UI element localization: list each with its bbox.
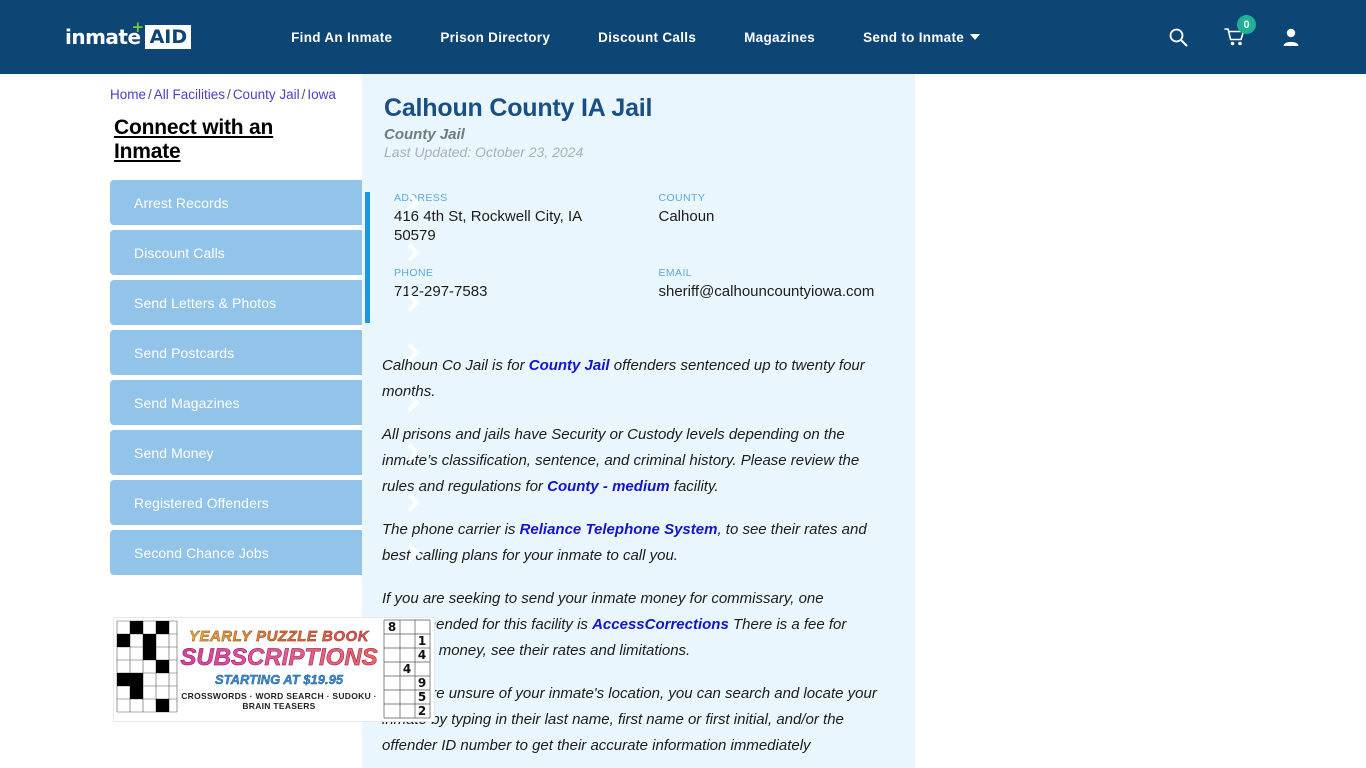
logo-wordmark: inmate + xyxy=(65,20,144,50)
svg-text:5: 5 xyxy=(418,690,426,704)
info-value-county: Calhoun xyxy=(658,208,715,225)
breadcrumb-separator: / xyxy=(148,87,152,102)
logo-word-text: inmate xyxy=(65,25,141,49)
svg-text:8: 8 xyxy=(388,620,396,634)
desc-p1-text-a: Calhoun Co Jail is for xyxy=(382,357,529,374)
sudoku-grid-graphic: 8 1 4 4 9 5 2 xyxy=(378,618,434,721)
sidebar-item-label: Send Magazines xyxy=(134,394,240,411)
page-title: Calhoun County IA Jail xyxy=(384,94,653,122)
desc-p2-text-b: facility. xyxy=(669,478,719,495)
ad-headline-1: YEARLY PUZZLE BOOK xyxy=(188,627,370,645)
logo-aid-badge: AID xyxy=(144,25,192,49)
link-access-corrections[interactable]: AccessCorrections xyxy=(592,616,729,633)
desc-p3-text-a: The phone carrier is xyxy=(382,521,520,538)
link-county-medium[interactable]: County - medium xyxy=(547,478,670,495)
breadcrumb-item-all-facilities[interactable]: All Facilities xyxy=(154,87,225,102)
breadcrumb-item-home[interactable]: Home xyxy=(110,87,146,102)
crossword-grid-graphic xyxy=(114,618,180,721)
sidebar-item-label: Send Money xyxy=(134,444,214,461)
description-paragraph-3: The phone carrier is Reliance Telephone … xyxy=(382,517,895,569)
sidebar-item-label: Send Postcards xyxy=(134,344,235,361)
facility-type-label: County Jail xyxy=(384,126,465,143)
user-account-icon[interactable] xyxy=(1282,27,1300,47)
breadcrumb-separator: / xyxy=(227,87,231,102)
sidebar-item-label: Registered Offenders xyxy=(134,494,269,511)
facility-county: COUNTY Calhoun xyxy=(633,192,896,267)
link-county-jail[interactable]: County Jail xyxy=(529,357,610,374)
cart-icon[interactable]: 0 xyxy=(1224,15,1256,47)
description-paragraph-1: Calhoun Co Jail is for County Jail offen… xyxy=(382,353,895,405)
sidebar-title: Connect with an Inmate xyxy=(114,116,274,163)
svg-text:9: 9 xyxy=(418,676,426,690)
ad-headline-2: SUBSCRIPTIONS xyxy=(180,643,378,671)
link-reliance-telephone-system[interactable]: Reliance Telephone System xyxy=(520,521,718,538)
puzzle-book-ad-banner[interactable]: YEARLY PUZZLE BOOK SUBSCRIPTIONS STARTIN… xyxy=(113,617,435,722)
ad-text-block: YEARLY PUZZLE BOOK SUBSCRIPTIONS STARTIN… xyxy=(180,618,378,721)
description-paragraph-4: If you are seeking to send your inmate m… xyxy=(382,586,895,664)
description-paragraph-5: If you are unsure of your inmate's locat… xyxy=(382,685,877,754)
nav-send-to-inmate-label: Send to Inmate xyxy=(863,29,965,45)
sidebar-item-label: Second Chance Jobs xyxy=(134,544,269,561)
info-label-phone: PHONE xyxy=(394,267,434,279)
info-label-email: EMAIL xyxy=(658,267,693,279)
breadcrumb-separator: / xyxy=(301,87,306,102)
svg-text:1: 1 xyxy=(418,634,426,648)
breadcrumb: Home / All Facilities / County Jail / Iowa xyxy=(110,87,345,102)
breadcrumb-item-county-jail[interactable]: County Jail xyxy=(233,87,300,102)
nav-prison-directory[interactable]: Prison Directory xyxy=(416,30,574,45)
info-value-email[interactable]: sheriff@calhouncountyiowa.com xyxy=(659,282,884,301)
svg-text:2: 2 xyxy=(418,704,426,718)
left-column: Home / All Facilities / County Jail / Iowa Con… xyxy=(0,74,435,768)
ad-price-line: STARTING AT $19.95 xyxy=(214,672,344,688)
info-value-phone[interactable]: 712-297-7583 xyxy=(394,282,621,301)
sidebar-item-label: Arrest Records xyxy=(134,194,229,211)
nav-find-an-inmate[interactable]: Find An Inmate xyxy=(267,30,416,45)
facility-content-panel: Calhoun County IA Jail County Jail Last … xyxy=(362,74,915,768)
site-logo[interactable]: inmate + AID xyxy=(65,20,192,52)
chevron-down-icon xyxy=(970,34,981,40)
info-label-county: COUNTY xyxy=(658,192,706,204)
facility-description: Calhoun Co Jail is for County Jail offen… xyxy=(362,323,915,768)
header-icon-group: 0 xyxy=(1168,15,1300,47)
search-icon[interactable] xyxy=(1168,27,1188,47)
site-header: inmate + AID Find An Inmate Prison Direc… xyxy=(0,0,1366,74)
page-body: Home / All Facilities / County Jail / Iowa Con… xyxy=(0,74,1366,768)
logo-plus-icon: + xyxy=(131,18,144,36)
nav-send-to-inmate[interactable]: Send to Inmate xyxy=(839,30,1004,45)
last-updated-text: Last Updated: October 23, 2024 xyxy=(384,144,584,160)
main-navigation: Find An Inmate Prison Directory Discount… xyxy=(267,30,1004,45)
nav-discount-calls[interactable]: Discount Calls xyxy=(574,30,720,45)
info-value-address: 416 4th St, Rockwell City, IA 50579 xyxy=(394,208,582,244)
sidebar-item-label: Send Letters & Photos xyxy=(134,294,277,311)
info-label-address: ADDRESS xyxy=(394,192,448,204)
description-paragraph-2: All prisons and jails have Security or C… xyxy=(382,422,895,500)
ad-categories-line: CROSSWORDS · WORD SEARCH · SUDOKU · BRAI… xyxy=(181,691,377,712)
nav-magazines[interactable]: Magazines xyxy=(720,30,839,45)
facility-header: Calhoun County IA Jail County Jail Last … xyxy=(362,74,915,164)
facility-info-panel: ADDRESS 416 4th St, Rockwell City, IA 50… xyxy=(365,192,915,323)
breadcrumb-item-iowa[interactable]: Iowa xyxy=(307,87,336,102)
cart-count-badge: 0 xyxy=(1237,15,1256,34)
svg-text:4: 4 xyxy=(403,662,411,676)
sidebar-item-label: Discount Calls xyxy=(134,244,225,261)
facility-email: EMAIL sheriff@calhouncountyiowa.com xyxy=(633,267,896,323)
svg-text:4: 4 xyxy=(418,648,426,662)
